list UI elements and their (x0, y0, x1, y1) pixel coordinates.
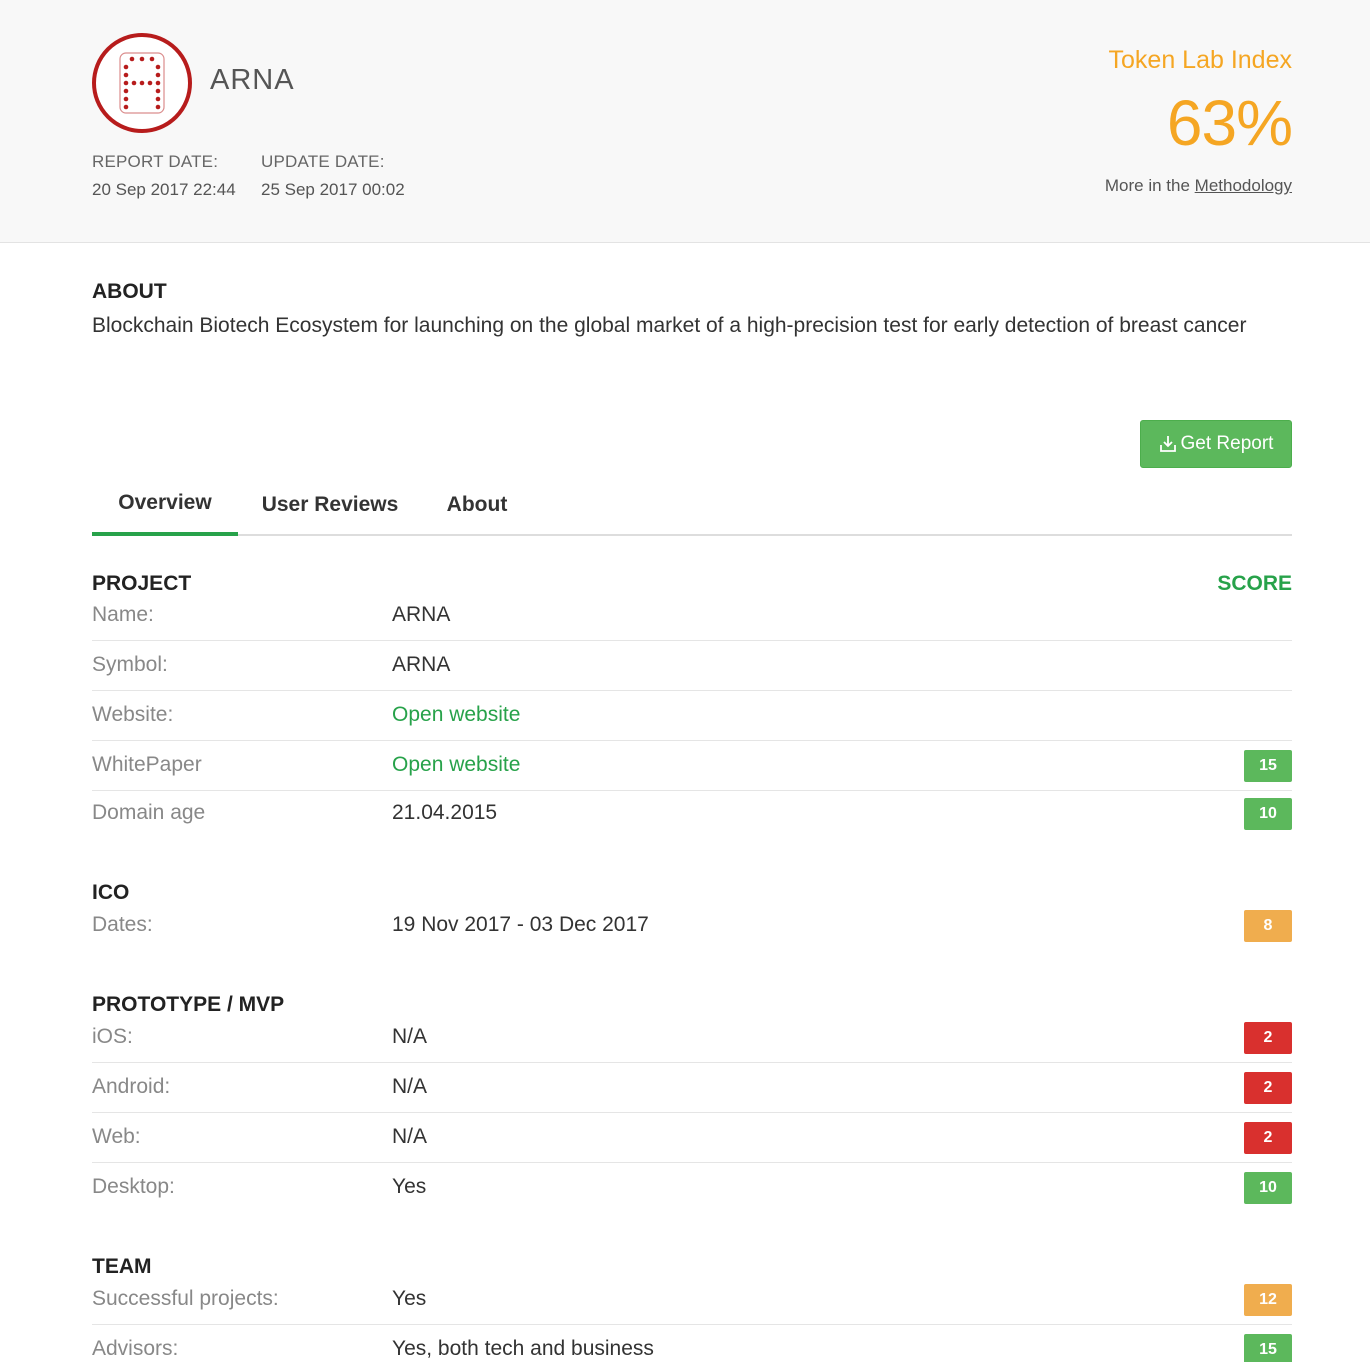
update-date-label: UPDATE DATE: (261, 152, 385, 171)
token-lab-index-value: 63% (1166, 87, 1293, 159)
row-label: Desktop: (92, 1175, 175, 1198)
about-text: Blockchain Biotech Ecosystem for launchi… (92, 314, 1247, 337)
report-header: ARNA REPORT DATE: 20 Sep 2017 22:44 UPDA… (0, 0, 1370, 243)
tab-bar: Overview User Reviews About (92, 474, 1292, 536)
score-badge: 12 (1244, 1284, 1292, 1316)
tab-user-reviews[interactable]: User Reviews (248, 474, 412, 536)
row-label: Android: (92, 1075, 171, 1098)
tab-overview[interactable]: Overview (92, 474, 238, 536)
score-badge: 10 (1244, 798, 1292, 830)
table-row: Domain age 21.04.2015 10 (92, 789, 1292, 839)
methodology-prefix: More in the (1104, 176, 1190, 195)
score-badge: 2 (1244, 1072, 1292, 1104)
website-link[interactable]: Open website (392, 703, 520, 727)
report-date-value: 20 Sep 2017 22:44 (92, 180, 236, 199)
score-badge: 15 (1244, 1334, 1292, 1362)
row-value: Yes, both tech and business (392, 1337, 654, 1360)
get-report-button[interactable]: Get Report (1140, 420, 1292, 468)
table-row: Website: Open website (92, 691, 1292, 741)
row-value: Yes (392, 1175, 427, 1198)
row-label: iOS: (92, 1025, 133, 1048)
table-row: WhitePaper Open website 15 (92, 741, 1292, 791)
score-badge: 15 (1244, 750, 1292, 782)
row-value: 19 Nov 2017 - 03 Dec 2017 (392, 913, 649, 936)
row-label: WhitePaper (92, 753, 202, 776)
row-label: Symbol: (92, 653, 168, 676)
row-value: Yes (392, 1287, 427, 1310)
row-label: Website: (92, 703, 174, 726)
score-badge: 2 (1244, 1122, 1292, 1154)
score-badge: 8 (1244, 910, 1292, 942)
table-row: Advisors: Yes, both tech and business 15 (92, 1325, 1292, 1362)
table-row: Name: ARNA (92, 591, 1292, 641)
table-row: Web: N/A 2 (92, 1113, 1292, 1163)
row-value: N/A (392, 1025, 428, 1048)
row-value: ARNA (392, 653, 451, 676)
methodology-link[interactable]: Methodology (1195, 176, 1292, 195)
project-name: ARNA (210, 64, 295, 96)
table-row: Desktop: Yes 10 (92, 1163, 1292, 1213)
row-label: Domain age (92, 801, 206, 824)
table-row: iOS: N/A 2 (92, 1013, 1292, 1063)
row-value: N/A (392, 1075, 428, 1098)
report-date-label: REPORT DATE: (92, 152, 219, 171)
about-title: ABOUT (92, 280, 167, 303)
update-date-block: UPDATE DATE: 25 Sep 2017 00:02 (261, 152, 405, 200)
table-row: Symbol: ARNA (92, 641, 1292, 691)
token-lab-index-label: Token Lab Index (1108, 46, 1292, 74)
row-value: ARNA (392, 603, 451, 626)
score-badge: 2 (1244, 1022, 1292, 1054)
get-report-label: Get Report (1180, 433, 1274, 454)
row-value: N/A (392, 1125, 428, 1148)
download-icon (1159, 435, 1177, 453)
table-row: Successful projects: Yes 12 (92, 1275, 1292, 1325)
row-label: Successful projects: (92, 1287, 279, 1310)
report-date-block: REPORT DATE: 20 Sep 2017 22:44 (92, 152, 236, 200)
methodology-note: More in the Methodology (1105, 176, 1292, 196)
row-label: Advisors: (92, 1337, 179, 1360)
table-row: Dates: 19 Nov 2017 - 03 Dec 2017 8 (92, 901, 1292, 951)
whitepaper-link[interactable]: Open website (392, 753, 520, 777)
row-label: Web: (92, 1125, 141, 1148)
row-label: Dates: (92, 913, 153, 936)
score-badge: 10 (1244, 1172, 1292, 1204)
row-value: 21.04.2015 (392, 801, 498, 824)
table-row: Android: N/A 2 (92, 1063, 1292, 1113)
arna-logo (92, 33, 192, 133)
update-date-value: 25 Sep 2017 00:02 (261, 180, 405, 199)
tab-about[interactable]: About (432, 474, 522, 536)
row-label: Name: (92, 603, 154, 626)
